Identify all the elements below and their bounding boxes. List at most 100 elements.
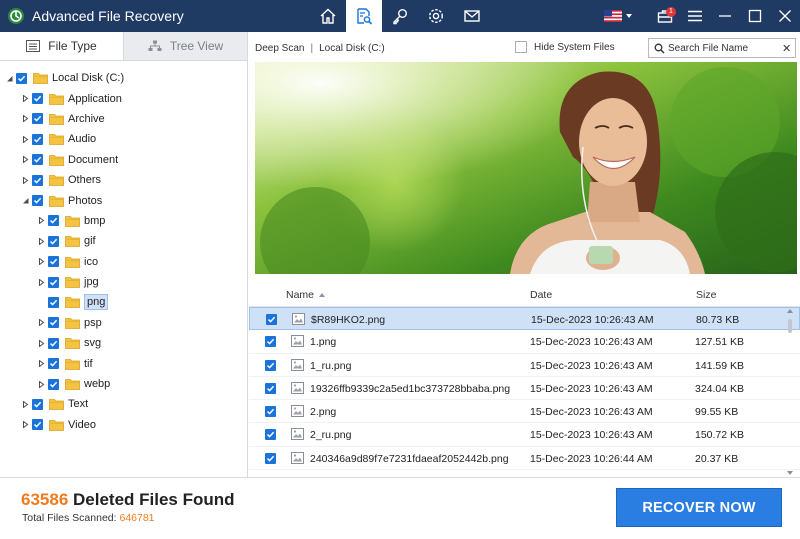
us-flag-icon[interactable]: [604, 10, 622, 22]
tree-item-checkbox[interactable]: [32, 398, 43, 410]
tree-item-checkbox[interactable]: [48, 235, 59, 247]
tree-item-checkbox[interactable]: [48, 276, 59, 288]
row-checkbox[interactable]: [265, 359, 276, 371]
collapsed-arrow-icon[interactable]: [37, 339, 45, 347]
tree-item[interactable]: png: [0, 292, 247, 312]
collapsed-arrow-icon[interactable]: [21, 400, 29, 408]
row-checkbox[interactable]: [265, 406, 276, 418]
breadcrumb-separator: |: [310, 43, 314, 54]
table-row[interactable]: $R89HKO2.png 15-Dec-2023 10:26:43 AM 80.73…: [249, 307, 800, 331]
collapsed-arrow-icon[interactable]: [37, 237, 45, 245]
tree-item-checkbox[interactable]: [32, 93, 43, 105]
table-row[interactable]: 1_ru.png 15-Dec-2023 10:26:43 AM 141.59 KB: [249, 354, 800, 377]
preview-photo: [255, 62, 797, 274]
recover-now-button[interactable]: RECOVER NOW: [616, 488, 782, 527]
tree-item[interactable]: Application: [0, 88, 247, 108]
table-row[interactable]: 19326ffb9339c2a5ed1bc373728bbaba.png 15-D…: [249, 377, 800, 401]
nav-tab-scan[interactable]: [346, 0, 382, 32]
tree-item[interactable]: jpg: [0, 272, 247, 292]
tree-item[interactable]: gif: [0, 231, 247, 251]
folder-icon: [49, 113, 64, 125]
tree-item-checkbox[interactable]: [32, 154, 43, 166]
hide-system-files-toggle[interactable]: Hide System Files: [515, 41, 615, 53]
collapsed-arrow-icon[interactable]: [21, 421, 29, 429]
collapsed-arrow-icon[interactable]: [21, 135, 29, 143]
table-row[interactable]: 2.png 15-Dec-2023 10:26:43 AM 99.55 KB: [249, 400, 800, 424]
tree-item-checkbox[interactable]: [48, 337, 59, 349]
collapsed-arrow-icon[interactable]: [37, 360, 45, 368]
tree-item-checkbox[interactable]: [48, 317, 59, 329]
tree-item[interactable]: Video: [0, 415, 247, 435]
menu-button[interactable]: [680, 0, 710, 32]
expanded-arrow-icon[interactable]: [5, 74, 13, 82]
minimize-button[interactable]: [710, 0, 740, 32]
expanded-arrow-icon[interactable]: [21, 197, 29, 205]
scroll-up-arrow-icon[interactable]: [787, 309, 793, 313]
row-checkbox[interactable]: [265, 452, 276, 464]
table-row[interactable]: 240346a9d89f7e7231fdaeaf2052442b.png 15-D…: [249, 447, 800, 471]
tree-item-checkbox[interactable]: [48, 358, 59, 370]
scroll-down-arrow-icon[interactable]: [787, 471, 793, 475]
tree-item[interactable]: Text: [0, 394, 247, 414]
tree-item[interactable]: Document: [0, 150, 247, 170]
vertical-scrollbar[interactable]: [785, 307, 795, 477]
column-header-size[interactable]: Size: [696, 289, 716, 301]
tree-item[interactable]: svg: [0, 333, 247, 353]
row-checkbox[interactable]: [266, 314, 277, 325]
tab-file-type[interactable]: File Type: [0, 32, 124, 60]
tree-item-checkbox[interactable]: [48, 215, 59, 227]
tree-item[interactable]: tif: [0, 353, 247, 373]
tree-item[interactable]: ico: [0, 252, 247, 272]
collapsed-arrow-icon[interactable]: [21, 176, 29, 184]
breadcrumb-item[interactable]: Local Disk (C:): [319, 43, 385, 54]
tree-item[interactable]: Archive: [0, 109, 247, 129]
column-header-name[interactable]: Name: [286, 289, 326, 301]
search-input[interactable]: [668, 42, 780, 54]
tree-item-checkbox[interactable]: [48, 378, 59, 390]
tree-item-checkbox[interactable]: [32, 419, 43, 431]
tree-item[interactable]: Local Disk (C:): [0, 68, 247, 88]
scroll-thumb[interactable]: [788, 319, 792, 333]
tree-item-checkbox[interactable]: [32, 174, 43, 186]
table-row[interactable]: 2_ru.png 15-Dec-2023 10:26:43 AM 150.72 KB: [249, 423, 800, 447]
collapsed-arrow-icon[interactable]: [37, 319, 45, 327]
collapsed-arrow-icon[interactable]: [21, 115, 29, 123]
tree-item-checkbox[interactable]: [16, 72, 27, 84]
row-checkbox[interactable]: [265, 336, 276, 348]
tree-item[interactable]: Others: [0, 170, 247, 190]
nav-tab-home[interactable]: [310, 0, 346, 32]
tree-item-checkbox[interactable]: [32, 133, 43, 145]
collapsed-arrow-icon[interactable]: [37, 278, 45, 286]
collapsed-arrow-icon[interactable]: [37, 380, 45, 388]
nav-tab-feedback[interactable]: [454, 0, 490, 32]
tree-item[interactable]: psp: [0, 313, 247, 333]
collapsed-arrow-icon[interactable]: [21, 95, 29, 103]
tree-item-checkbox[interactable]: [48, 296, 59, 308]
nav-tab-settings[interactable]: [418, 0, 454, 32]
tree-item[interactable]: webp: [0, 374, 247, 394]
table-row[interactable]: 1.png 15-Dec-2023 10:26:43 AM 127.51 KB: [249, 330, 800, 354]
nav-tab-license[interactable]: [382, 0, 418, 32]
tree-item[interactable]: Photos: [0, 190, 247, 210]
column-header-date[interactable]: Date: [530, 289, 552, 301]
notifications-button[interactable]: 1: [650, 0, 680, 32]
tree-item[interactable]: Audio: [0, 129, 247, 149]
row-checkbox[interactable]: [265, 429, 276, 441]
collapsed-arrow-icon[interactable]: [37, 217, 45, 225]
collapsed-arrow-icon[interactable]: [37, 258, 45, 266]
chevron-down-icon[interactable]: [626, 14, 632, 18]
hide-system-files-checkbox[interactable]: [515, 41, 527, 53]
maximize-button[interactable]: [740, 0, 770, 32]
clear-search-icon[interactable]: ✕: [782, 42, 791, 55]
tree-item-checkbox[interactable]: [32, 195, 43, 207]
tree-item[interactable]: bmp: [0, 211, 247, 231]
breadcrumb-item[interactable]: Deep Scan: [255, 43, 304, 54]
tree-item-checkbox[interactable]: [32, 113, 43, 125]
row-checkbox[interactable]: [265, 382, 276, 394]
tab-tree-view[interactable]: Tree View: [124, 32, 247, 60]
collapsed-arrow-icon[interactable]: [21, 156, 29, 164]
cell-name: 1.png: [310, 336, 337, 349]
close-button[interactable]: [770, 0, 800, 32]
tree-item-checkbox[interactable]: [48, 256, 59, 268]
tree-item-label: ico: [84, 255, 99, 268]
